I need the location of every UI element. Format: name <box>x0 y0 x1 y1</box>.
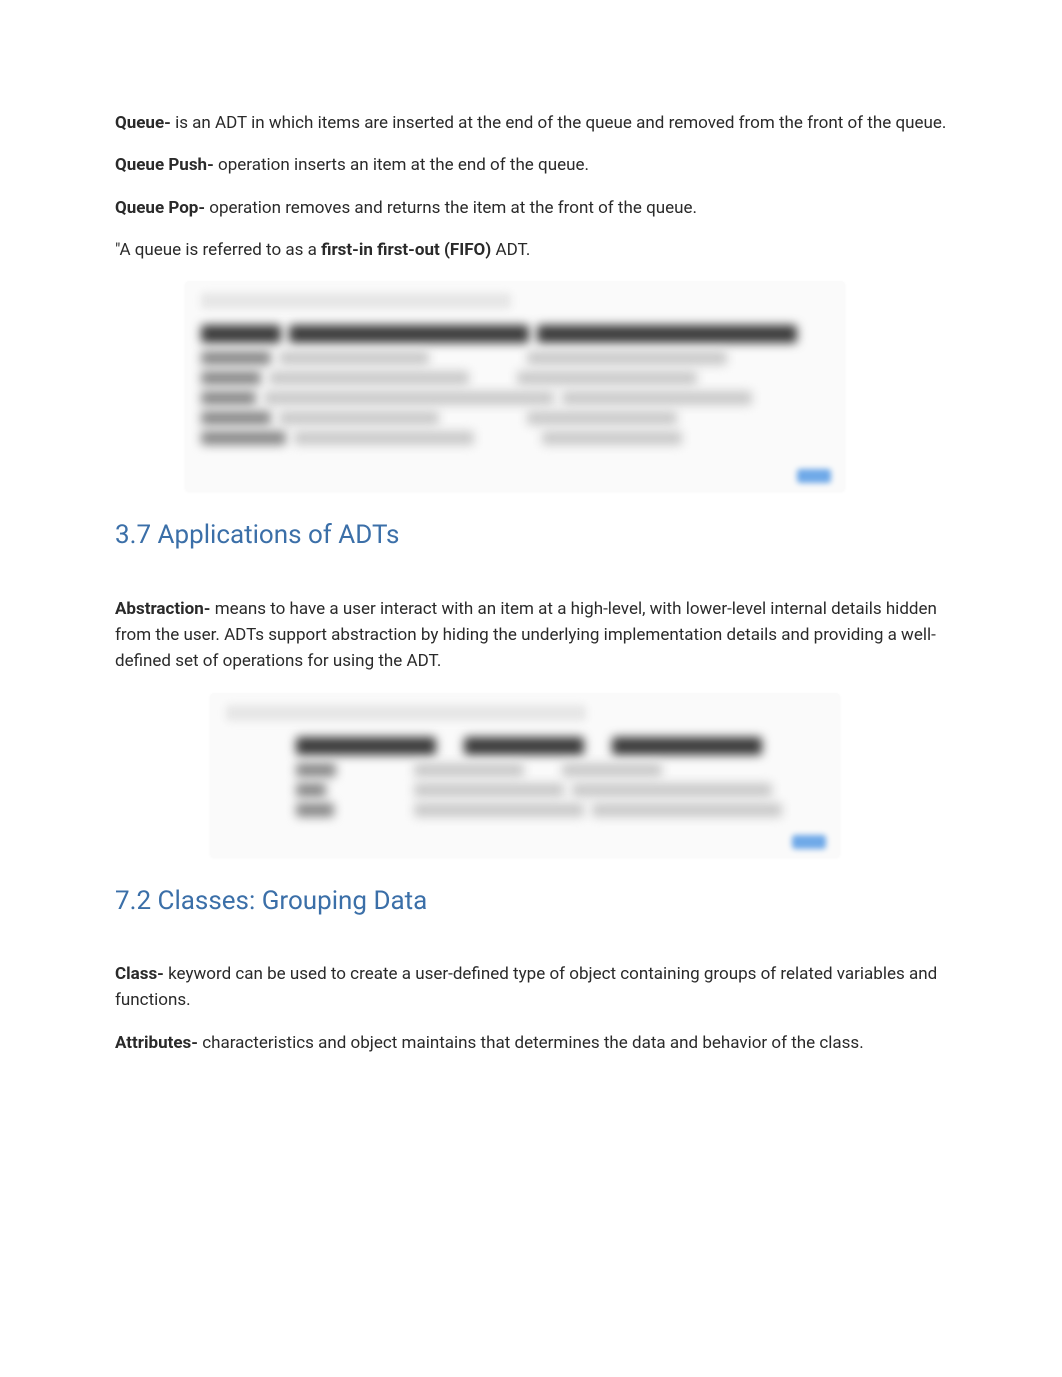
fifo-suffix: ADT. <box>495 240 530 260</box>
blurred-header-cell <box>201 325 281 343</box>
blurred-cell <box>542 431 682 445</box>
blurred-cell <box>201 411 271 425</box>
blurred-header-cell <box>537 325 797 343</box>
heading-classes-grouping-data: 7.2 Classes: Grouping Data <box>115 881 947 921</box>
blurred-caption <box>226 705 586 721</box>
blurred-table-adt-examples <box>210 693 840 857</box>
blurred-cell <box>201 351 271 365</box>
blurred-badge <box>792 835 826 849</box>
term-abstraction: Abstraction- <box>115 599 215 619</box>
blurred-caption <box>201 293 511 309</box>
blurred-cell <box>201 431 286 445</box>
blurred-cell <box>572 783 772 797</box>
blurred-cell <box>296 783 326 797</box>
definition-attributes: Attributes- characteristics and object m… <box>115 1030 947 1056</box>
blurred-cell <box>592 803 782 817</box>
blurred-cell <box>562 391 752 405</box>
blurred-cell <box>527 351 727 365</box>
term-queue: Queue- <box>115 113 175 133</box>
desc-class: keyword can be used to create a user-def… <box>115 964 937 1010</box>
blurred-cell <box>296 803 334 817</box>
desc-queue-pop: operation removes and returns the item a… <box>209 198 697 218</box>
blurred-cell <box>296 763 336 777</box>
desc-attributes: characteristics and object maintains tha… <box>202 1033 864 1053</box>
blurred-row <box>296 783 824 797</box>
blurred-cell <box>414 763 524 777</box>
blurred-cell <box>414 803 584 817</box>
blurred-cell <box>201 391 256 405</box>
blurred-header-row <box>296 737 824 755</box>
blurred-header-cell <box>289 325 529 343</box>
definition-queue-pop: Queue Pop- operation removes and returns… <box>115 195 947 221</box>
fifo-bold: first-in first-out (FIFO) <box>321 240 495 260</box>
term-queue-push: Queue Push- <box>115 155 218 175</box>
blurred-row <box>201 431 829 445</box>
blurred-header-cell <box>464 737 584 755</box>
blurred-header-cell <box>612 737 762 755</box>
term-class: Class- <box>115 964 168 984</box>
blurred-header-row <box>201 325 829 343</box>
blurred-cell <box>269 371 469 385</box>
blurred-cell <box>527 411 677 425</box>
desc-queue: is an ADT in which items are inserted at… <box>175 113 946 133</box>
blurred-cell <box>201 371 261 385</box>
blurred-cell <box>562 763 662 777</box>
blurred-cell <box>517 371 697 385</box>
desc-queue-push: operation inserts an item at the end of … <box>218 155 589 175</box>
definition-abstraction: Abstraction- means to have a user intera… <box>115 596 947 675</box>
term-queue-pop: Queue Pop- <box>115 198 209 218</box>
blurred-row <box>201 351 829 365</box>
blurred-cell <box>414 783 564 797</box>
blurred-row <box>296 763 824 777</box>
blurred-cell <box>279 351 429 365</box>
blurred-row <box>296 803 824 817</box>
blurred-cell <box>279 411 439 425</box>
term-attributes: Attributes- <box>115 1033 202 1053</box>
heading-applications-of-adts: 3.7 Applications of ADTs <box>115 515 947 555</box>
blurred-badge <box>797 469 831 483</box>
blurred-row <box>201 391 829 405</box>
blurred-cell <box>264 391 554 405</box>
blurred-header-cell <box>296 737 436 755</box>
fifo-prefix: "A queue is referred to as a <box>115 240 321 260</box>
definition-class: Class- keyword can be used to create a u… <box>115 961 947 1014</box>
blurred-cell <box>294 431 474 445</box>
blurred-table-queue-ops <box>185 281 845 491</box>
definition-queue: Queue- is an ADT in which items are inse… <box>115 110 947 136</box>
blurred-row <box>201 411 829 425</box>
desc-abstraction: means to have a user interact with an it… <box>115 599 937 672</box>
definition-queue-push: Queue Push- operation inserts an item at… <box>115 152 947 178</box>
blurred-row <box>201 371 829 385</box>
fifo-statement: "A queue is referred to as a first-in fi… <box>115 237 947 263</box>
